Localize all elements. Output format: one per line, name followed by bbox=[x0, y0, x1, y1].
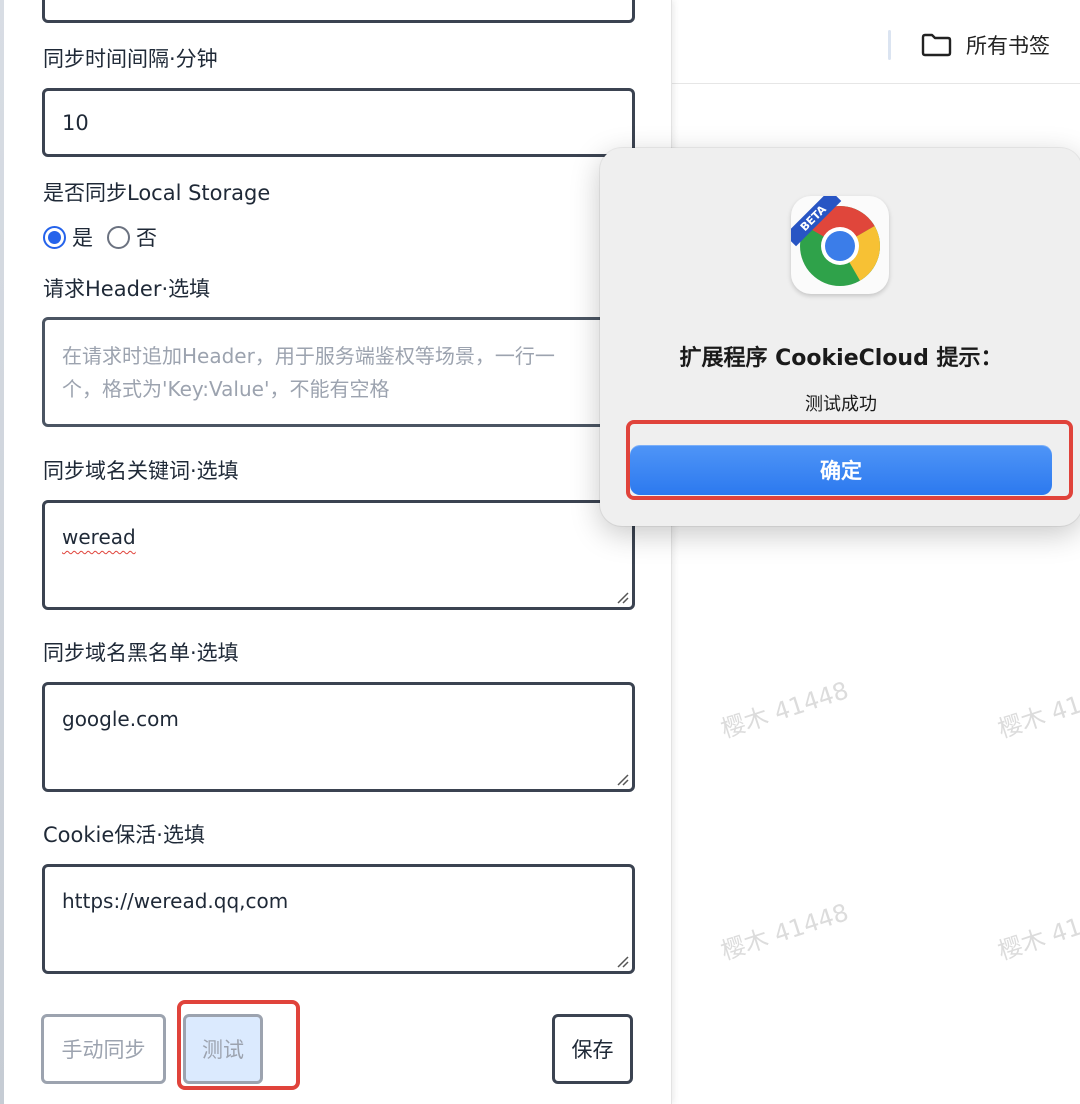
local-storage-no-label[interactable]: 否 bbox=[136, 222, 157, 252]
bookmark-folder-all[interactable]: 所有书签 bbox=[921, 28, 1050, 62]
extension-settings-panel: 同步时间间隔·分钟 是否同步Local Storage 是 否 请求Header… bbox=[2, 0, 672, 1104]
domain-blacklist-textarea[interactable]: google.com bbox=[42, 682, 635, 792]
domain-keywords-label: 同步域名关键词·选填 bbox=[43, 459, 239, 483]
keepalive-label: Cookie保活·选填 bbox=[43, 823, 205, 847]
dialog-ok-button[interactable]: 确定 bbox=[630, 445, 1052, 495]
domain-keywords-textarea[interactable]: weread bbox=[42, 500, 635, 610]
dialog-message: 测试成功 bbox=[805, 394, 877, 415]
interval-label: 同步时间间隔·分钟 bbox=[43, 47, 218, 71]
window-left-edge bbox=[0, 0, 4, 1104]
header-textarea[interactable]: 在请求时追加Header，用于服务端鉴权等场景，一行一 个，格式为'Key:Va… bbox=[42, 317, 635, 427]
bookmark-folder-label: 所有书签 bbox=[966, 34, 1050, 58]
resize-grip-icon[interactable] bbox=[615, 590, 629, 604]
header-label: 请求Header·选填 bbox=[43, 277, 211, 301]
test-button[interactable]: 测试 bbox=[183, 1014, 263, 1084]
domain-blacklist-value: google.com bbox=[62, 707, 179, 731]
local-storage-yes-radio[interactable] bbox=[43, 225, 66, 249]
domain-keywords-value: weread bbox=[62, 525, 136, 549]
local-storage-radio-group: 是 否 bbox=[43, 221, 171, 253]
bookmark-divider bbox=[888, 30, 891, 60]
domain-blacklist-label: 同步域名黑名单·选填 bbox=[43, 641, 239, 665]
resize-grip-icon[interactable] bbox=[615, 954, 629, 968]
alert-dialog: BETA 扩展程序 CookieCloud 提示： 测试成功 确定 bbox=[600, 148, 1080, 526]
keepalive-textarea[interactable]: https://weread.qq,com bbox=[42, 864, 635, 974]
resize-grip-icon[interactable] bbox=[615, 772, 629, 786]
chrome-beta-icon: BETA bbox=[791, 196, 889, 294]
dialog-title: 扩展程序 CookieCloud 提示： bbox=[679, 346, 1003, 371]
local-storage-label: 是否同步Local Storage bbox=[43, 181, 271, 205]
interval-input[interactable] bbox=[42, 88, 635, 157]
header-placeholder-line1: 在请求时追加Header，用于服务端鉴权等场景，一行一 bbox=[62, 344, 555, 368]
manual-sync-button[interactable]: 手动同步 bbox=[41, 1014, 166, 1084]
local-storage-yes-label[interactable]: 是 bbox=[72, 222, 93, 252]
previous-input-field[interactable] bbox=[42, 0, 635, 23]
local-storage-no-radio[interactable] bbox=[107, 225, 130, 249]
save-button[interactable]: 保存 bbox=[552, 1014, 633, 1084]
header-placeholder-line2: 个，格式为'Key:Value'，不能有空格 bbox=[62, 377, 390, 401]
folder-icon bbox=[921, 33, 952, 57]
keepalive-value: https://weread.qq,com bbox=[62, 889, 289, 913]
